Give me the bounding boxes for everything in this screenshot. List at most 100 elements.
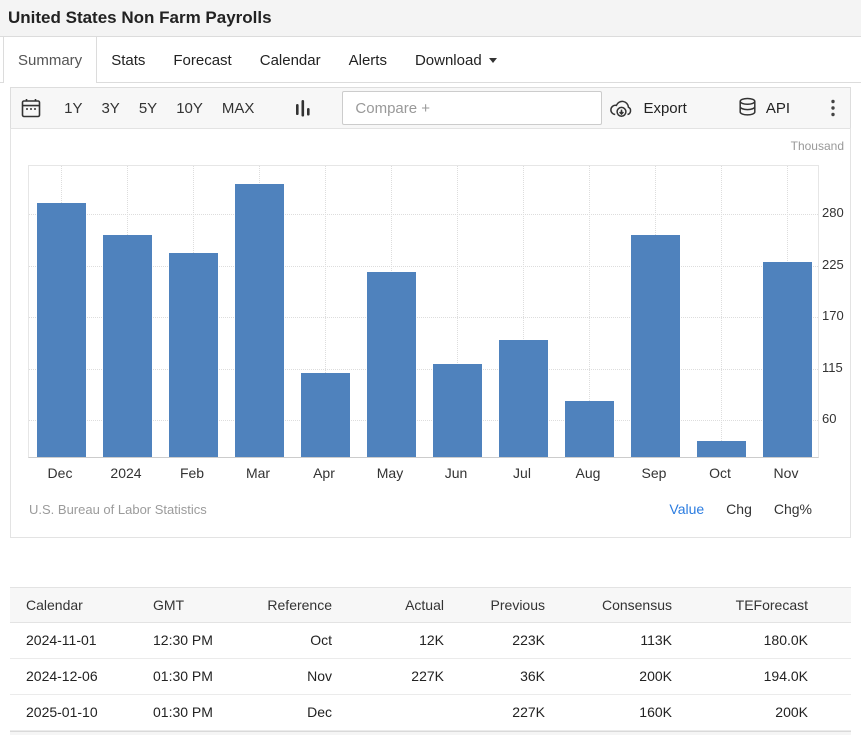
export-label: Export [643, 100, 686, 117]
plot-area [28, 165, 819, 458]
bar-jul[interactable] [499, 340, 548, 458]
x-axis-tick-label: 2024 [93, 465, 159, 481]
column-header-previous: Previous [454, 588, 555, 622]
bar-oct[interactable] [697, 441, 746, 457]
cell-calendar: 2024-12-06 [10, 658, 146, 694]
table-row: 2025-01-1001:30 PMDec 227K160K200K [10, 694, 851, 730]
bar-mar[interactable] [235, 184, 284, 457]
compare-input[interactable] [342, 91, 602, 125]
x-axis-tick-label: Apr [291, 465, 357, 481]
chart-panel: Thousand 60115170225280Dec2024FebMarAprM… [10, 128, 851, 538]
x-axis-tick-label: Dec [27, 465, 93, 481]
cell-actual: 12K [342, 622, 454, 658]
overflow-menu-button[interactable] [830, 97, 836, 119]
column-header-actual: Actual [342, 588, 454, 622]
api-button[interactable]: API [731, 96, 796, 120]
x-axis-tick-label: Sep [621, 465, 687, 481]
calendar-table-wrap: CalendarGMTReferenceActualPreviousConsen… [10, 587, 851, 731]
cell-consensus: 160K [555, 694, 682, 730]
export-button[interactable]: Export [602, 97, 692, 120]
cell-reference: Dec [266, 694, 342, 730]
x-axis-tick-label: Oct [687, 465, 753, 481]
tab-calendar-label: Calendar [260, 52, 321, 69]
bar-feb[interactable] [169, 253, 218, 457]
tab-forecast[interactable]: Forecast [159, 37, 245, 83]
x-axis-tick-label: Aug [555, 465, 621, 481]
toolbar-right-group: Export API [602, 96, 836, 120]
tab-alerts[interactable]: Alerts [335, 37, 401, 83]
period-10y-button[interactable]: 10Y [176, 100, 203, 117]
chart-type-button[interactable] [294, 97, 312, 119]
bar-aug[interactable] [565, 401, 614, 457]
x-axis-tick-label: Mar [225, 465, 291, 481]
y-axis-tick-label: 60 [822, 411, 861, 426]
tab-stats[interactable]: Stats [97, 37, 159, 83]
x-axis-tick-label: Jun [423, 465, 489, 481]
mode-chgpct-button[interactable]: Chg% [774, 501, 812, 517]
kebab-menu-icon [830, 97, 836, 119]
tab-summary[interactable]: Summary [3, 37, 97, 83]
bar-2024[interactable] [103, 235, 152, 458]
x-axis-tick-label: Nov [753, 465, 819, 481]
bar-nov[interactable] [763, 262, 812, 457]
series-mode-switch: Value Chg Chg% [669, 501, 812, 517]
tab-download-label: Download [415, 52, 482, 69]
tab-download[interactable]: Download [401, 37, 511, 83]
bar-apr[interactable] [301, 373, 350, 457]
bar-sep[interactable] [631, 235, 680, 457]
title-bar: United States Non Farm Payrolls [0, 0, 861, 37]
mode-chg-button[interactable]: Chg [726, 501, 752, 517]
bar-dec[interactable] [37, 203, 86, 457]
tab-summary-label: Summary [18, 52, 82, 69]
table-row: 2024-12-0601:30 PMNov227K36K200K194.0K [10, 658, 851, 694]
cell-teforecast: 194.0K [682, 658, 851, 694]
y-axis-tick-label: 170 [822, 308, 861, 323]
column-header-calendar: Calendar [10, 588, 146, 622]
bar-jun[interactable] [433, 364, 482, 457]
tab-stats-label: Stats [111, 52, 145, 69]
cell-gmt: 12:30 PM [146, 622, 266, 658]
period-3y-button[interactable]: 3Y [101, 100, 119, 117]
database-icon [737, 97, 758, 119]
x-axis-tick-label: Feb [159, 465, 225, 481]
cell-reference: Nov [266, 658, 342, 694]
period-max-button[interactable]: MAX [222, 100, 255, 117]
y-axis-tick-label: 225 [822, 257, 861, 272]
tab-calendar[interactable]: Calendar [246, 37, 335, 83]
column-header-gmt: GMT [146, 588, 266, 622]
x-axis-tick-label: Jul [489, 465, 555, 481]
period-1y-button[interactable]: 1Y [64, 100, 82, 117]
cell-gmt: 01:30 PM [146, 658, 266, 694]
bar-may[interactable] [367, 272, 416, 457]
calendar-table-header-row: CalendarGMTReferenceActualPreviousConsen… [10, 588, 851, 622]
page-title: United States Non Farm Payrolls [0, 0, 861, 28]
x-axis-tick-label: May [357, 465, 423, 481]
gridline [721, 166, 722, 457]
cell-previous: 223K [454, 622, 555, 658]
cell-teforecast: 180.0K [682, 622, 851, 658]
mode-value-button[interactable]: Value [669, 501, 704, 517]
y-axis-unit-label: Thousand [791, 139, 844, 153]
chevron-down-icon [489, 58, 497, 63]
cell-previous: 227K [454, 694, 555, 730]
period-5y-button[interactable]: 5Y [139, 100, 157, 117]
column-header-reference: Reference [266, 588, 342, 622]
cell-actual: 227K [342, 658, 454, 694]
y-axis-tick-label: 280 [822, 205, 861, 220]
table-row: 2024-11-0112:30 PMOct12K223K113K180.0K [10, 622, 851, 658]
cell-reference: Oct [266, 622, 342, 658]
calendar-table: CalendarGMTReferenceActualPreviousConsen… [10, 588, 851, 731]
cell-calendar: 2025-01-10 [10, 694, 146, 730]
y-axis-tick-label: 115 [822, 360, 861, 375]
bar-chart-icon [294, 97, 312, 119]
tab-bar: Summary Stats Forecast Calendar Alerts D… [0, 37, 861, 83]
cell-actual [342, 694, 454, 730]
api-label: API [766, 100, 790, 117]
tab-alerts-label: Alerts [349, 52, 387, 69]
calendar-icon [19, 96, 43, 120]
date-range-button[interactable] [19, 96, 43, 120]
cell-teforecast: 200K [682, 694, 851, 730]
column-header-consensus: Consensus [555, 588, 682, 622]
tab-forecast-label: Forecast [173, 52, 231, 69]
cell-gmt: 01:30 PM [146, 694, 266, 730]
